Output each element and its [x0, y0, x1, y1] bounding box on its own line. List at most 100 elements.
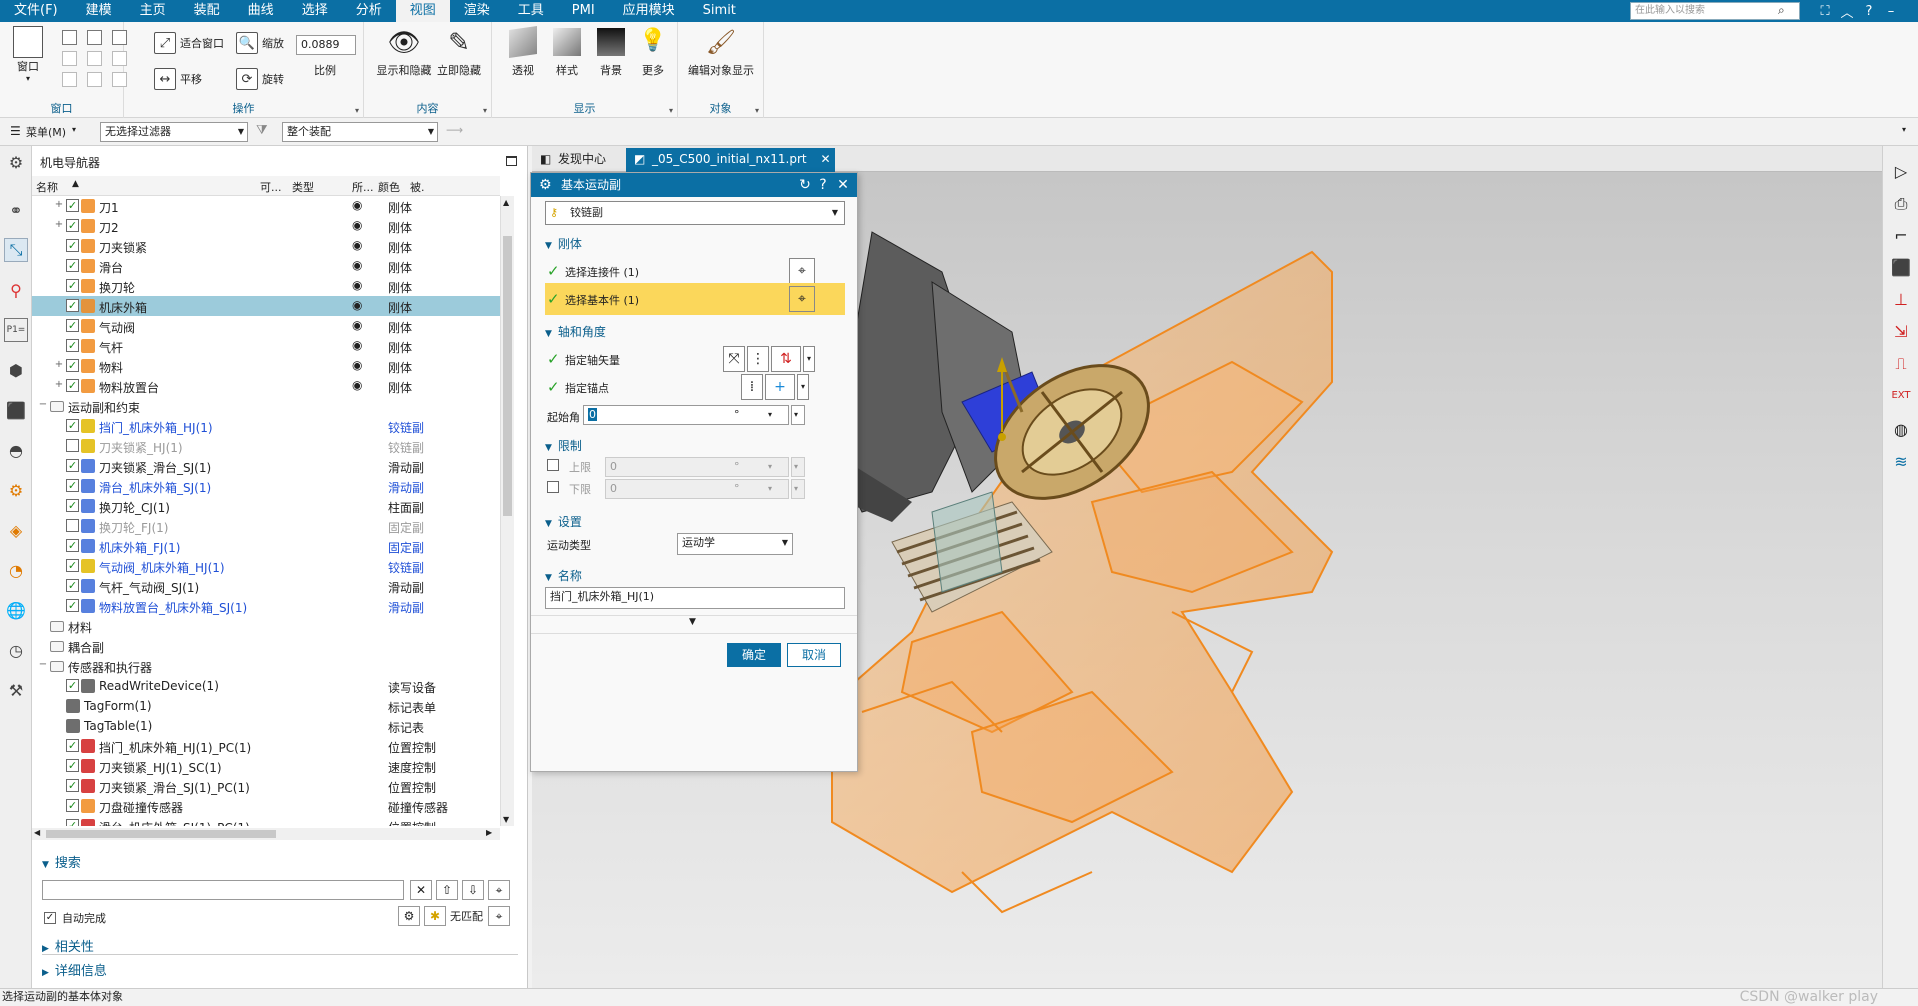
hide-now-button[interactable]: ✎ 立即隐藏 [434, 28, 484, 78]
menu-item[interactable]: 曲线 [234, 0, 288, 22]
select-base-crosshair-icon[interactable]: ⌖ [789, 286, 815, 312]
upper-limit-input[interactable]: 0 ° ▾ [605, 457, 789, 477]
runtime-inspector-icon[interactable]: ⚙ [4, 478, 28, 502]
assembly-navigator-icon[interactable]: ⚭ [4, 198, 28, 222]
start-angle-dropdown-icon[interactable]: ▾ [791, 405, 805, 425]
settings-gear-icon[interactable]: ⚙ [4, 150, 28, 174]
joint-name-input[interactable]: 挡门_机床外箱_HJ(1) [545, 587, 845, 609]
search-options-icon[interactable]: ⌖ [488, 880, 510, 900]
eye-icon[interactable]: ◉ [352, 218, 362, 232]
more-options-chevron-icon[interactable]: ▼ [689, 617, 696, 627]
expand-icon[interactable]: + [54, 379, 64, 390]
tree-row[interactable]: ✓ 挡门_机床外箱_HJ(1)_PC(1) 位置控制 [32, 736, 500, 756]
command-search-input[interactable]: 在此输入以搜索 [1630, 2, 1800, 20]
visibility-checkbox[interactable]: ✓ [66, 739, 79, 752]
eye-icon[interactable]: ◉ [352, 358, 362, 372]
eye-icon[interactable]: ◉ [352, 378, 362, 392]
visibility-checkbox[interactable]: ✓ [66, 759, 79, 772]
name-section-header[interactable]: ▼ 名称 [545, 567, 582, 584]
unit-dropdown-icon[interactable]: ▾ [768, 406, 772, 424]
tree-row[interactable]: ✓ 气杆_气动阀_SJ(1) 滑动副 [32, 576, 500, 596]
signal-mapping-icon[interactable]: ◈ [4, 518, 28, 542]
visibility-checkbox[interactable] [66, 439, 79, 452]
operations-more-icon[interactable]: ▾ [355, 106, 359, 115]
point-dialog-icon[interactable]: ⁞ [741, 374, 763, 400]
scroll-left-icon[interactable]: ◀ [34, 828, 40, 837]
menu-button[interactable]: 菜单(M) [26, 124, 66, 140]
layout-four-icon[interactable] [62, 51, 77, 66]
visibility-checkbox[interactable]: ✓ [66, 579, 79, 592]
clock-icon[interactable]: ◷ [4, 638, 28, 662]
cancel-button[interactable]: 取消 [787, 643, 841, 667]
tree-row[interactable]: ✓ 换刀轮_CJ(1) 柱面副 [32, 496, 500, 516]
window-button[interactable]: 窗口 ▾ [8, 26, 48, 83]
tree-row[interactable]: ✓ 刀夹锁紧 ◉ 刚体 [32, 236, 500, 256]
expand-icon[interactable]: + [54, 199, 64, 210]
menu-item[interactable]: Simit [689, 0, 750, 22]
tree-row[interactable]: + ✓ 物料放置台 ◉ 刚体 [32, 376, 500, 396]
menu-item[interactable]: 文件(F) [0, 0, 72, 22]
eye-icon[interactable]: ◉ [352, 318, 362, 332]
object-more-icon[interactable]: ▾ [755, 106, 759, 115]
eye-icon[interactable]: ◉ [352, 238, 362, 252]
collision-icon[interactable]: ◍ [1889, 418, 1913, 442]
column-color[interactable]: 颜色 [378, 179, 400, 195]
tree-row[interactable]: ✓ 刀夹锁紧_HJ(1)_SC(1) 速度控制 [32, 756, 500, 776]
tree-row[interactable]: ✓ 气动阀 ◉ 刚体 [32, 316, 500, 336]
rigid-body-icon[interactable]: ⬛ [1889, 256, 1913, 280]
tree-row[interactable]: ✓ 物料放置台_机床外箱_SJ(1) 滑动副 [32, 596, 500, 616]
tree-row[interactable]: − 运动副和约束 [32, 396, 500, 416]
details-section-header[interactable]: ▶ 详细信息 [42, 960, 107, 979]
select-connect-crosshair-icon[interactable]: ⌖ [789, 258, 815, 284]
tree-row[interactable]: ✓ 刀夹锁紧_滑台_SJ(1) 滑动副 [32, 456, 500, 476]
part-navigator-icon[interactable]: ⬢ [4, 358, 28, 382]
search-target-icon[interactable]: ⌖ [488, 906, 510, 926]
lower-limit-input[interactable]: 0 ° ▾ [605, 479, 789, 499]
visibility-checkbox[interactable]: ✓ [66, 359, 79, 372]
limit-section-header[interactable]: ▼ 限制 [545, 437, 582, 454]
menu-item[interactable]: 工具 [504, 0, 558, 22]
signal-icon[interactable]: ⎍ [1889, 352, 1913, 376]
pipe-icon[interactable]: ⌐ [1889, 224, 1913, 248]
tree-row[interactable]: TagForm(1) 标记表单 [32, 696, 500, 716]
menu-item[interactable]: 选择 [288, 0, 342, 22]
layout-five-icon[interactable] [87, 51, 102, 66]
tree-row[interactable]: − 传感器和执行器 [32, 656, 500, 676]
column-name[interactable]: 名称 [36, 179, 58, 195]
lower-limit-checkbox[interactable] [547, 481, 559, 493]
visibility-checkbox[interactable]: ✓ [66, 599, 79, 612]
column-type[interactable]: 类型 [292, 179, 314, 195]
tree-row[interactable]: ✓ 气动阀_机床外箱_HJ(1) 铰链副 [32, 556, 500, 576]
start-angle-input[interactable]: 0 ° ▾ [583, 405, 789, 425]
close-tab-icon[interactable]: ✕ [821, 148, 831, 170]
search-filter-icon[interactable]: ✱ [424, 906, 446, 926]
snap-icon[interactable]: ⟶ [446, 123, 463, 137]
visibility-checkbox[interactable]: ✓ [66, 379, 79, 392]
tab-discovery-center[interactable]: ◧ 发现中心 [532, 148, 616, 172]
visibility-checkbox[interactable]: ✓ [66, 419, 79, 432]
selection-filter-select[interactable]: 无选择过滤器 ▼ [100, 122, 248, 142]
print-icon[interactable]: ⎙ [1889, 192, 1913, 216]
collapse-ribbon-icon[interactable]: ︿ [1840, 2, 1854, 21]
visibility-checkbox[interactable]: ✓ [66, 279, 79, 292]
specify-anchor-row[interactable]: ✓ 指定锚点 ⁞ + ▾ [545, 371, 845, 403]
select-base-row[interactable]: ✓ 选择基本件 (1) ⌖ [545, 283, 845, 315]
tab-part-file[interactable]: ◩ _05_C500_initial_nx11.prt ✕ [626, 148, 835, 172]
external-signal-icon[interactable]: EXT [1889, 384, 1913, 408]
vector-dialog-icon[interactable]: ⋮ [747, 346, 769, 372]
visibility-checkbox[interactable]: ✓ [66, 559, 79, 572]
style-button[interactable]: 样式 [550, 28, 584, 78]
tree-row[interactable]: ✓ 滑台_机床外箱_SJ(1) 滑动副 [32, 476, 500, 496]
point-type-icon[interactable]: + [765, 374, 795, 400]
search-section-header[interactable]: ▼ 搜索 [42, 852, 81, 871]
tree-row[interactable]: 换刀轮_FJ(1) 固定副 [32, 516, 500, 536]
web-browser-icon[interactable]: 🌐 [4, 598, 28, 622]
menu-item[interactable]: 渲染 [450, 0, 504, 22]
tree-row[interactable]: 材料 [32, 616, 500, 636]
joint-icon[interactable]: ⊥ [1889, 288, 1913, 312]
more-button[interactable]: 💡 更多 [636, 28, 670, 78]
visibility-checkbox[interactable]: ✓ [66, 539, 79, 552]
background-button[interactable]: 背景 [594, 28, 628, 78]
visibility-checkbox[interactable]: ✓ [66, 199, 79, 212]
tools-icon[interactable]: ⚒ [4, 678, 28, 702]
